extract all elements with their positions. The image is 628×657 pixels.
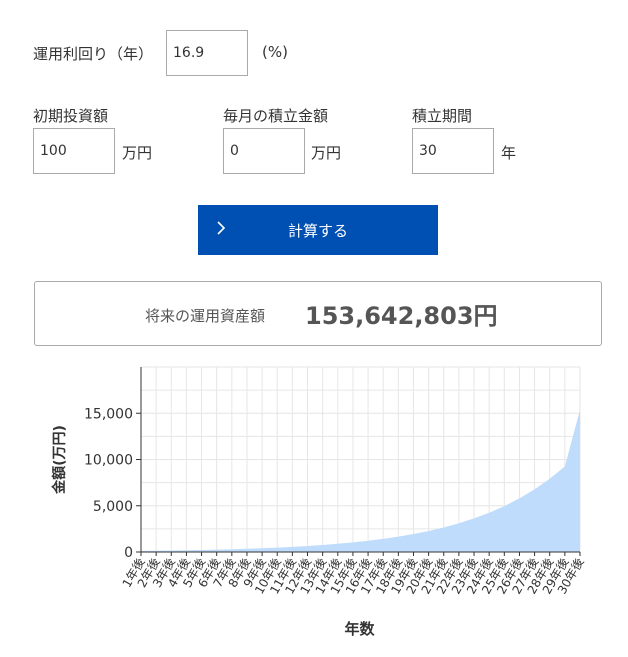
result-panel: 将来の運用資産額 153,642,803円 bbox=[34, 281, 602, 346]
monthly-contribution-input[interactable] bbox=[223, 128, 305, 174]
asset-growth-chart: 0 5,000 10,000 15,000 1年後2年後3年後4年後5年後6年後7年後… bbox=[51, 366, 587, 638]
future-asset-value: 153,642,803円 bbox=[305, 302, 498, 330]
y-tick-label: 0 bbox=[124, 545, 133, 561]
y-tick-label: 10,000 bbox=[84, 453, 133, 469]
monthly-contribution-label: 毎月の積立金額 bbox=[223, 107, 329, 125]
period-input[interactable] bbox=[412, 128, 494, 174]
y-axis-ticks: 0 5,000 10,000 15,000 bbox=[84, 406, 141, 561]
x-axis-label: 年数 bbox=[344, 620, 375, 638]
x-axis-ticks: 1年後2年後3年後4年後5年後6年後7年後8年後9年後10年後11年後12年後1… bbox=[120, 552, 587, 597]
calculate-button[interactable]: 計算する bbox=[198, 205, 438, 255]
period-unit: 年 bbox=[501, 144, 517, 162]
asset-area-series bbox=[141, 409, 580, 552]
future-asset-label: 将来の運用資産額 bbox=[145, 307, 266, 325]
initial-investment-label: 初期投資額 bbox=[33, 107, 109, 125]
y-axis-label: 金額(万円) bbox=[51, 425, 68, 495]
calculate-button-label: 計算する bbox=[287, 222, 348, 240]
rate-label: 運用利回り（年） bbox=[33, 45, 154, 63]
rate-input[interactable] bbox=[166, 30, 248, 76]
y-tick-label: 5,000 bbox=[93, 499, 133, 515]
initial-investment-unit: 万円 bbox=[122, 144, 153, 162]
period-label: 積立期間 bbox=[412, 107, 473, 125]
rate-unit: (%) bbox=[262, 43, 288, 61]
initial-investment-input[interactable] bbox=[33, 128, 115, 174]
monthly-contribution-unit: 万円 bbox=[311, 144, 342, 162]
y-tick-label: 15,000 bbox=[84, 406, 133, 422]
